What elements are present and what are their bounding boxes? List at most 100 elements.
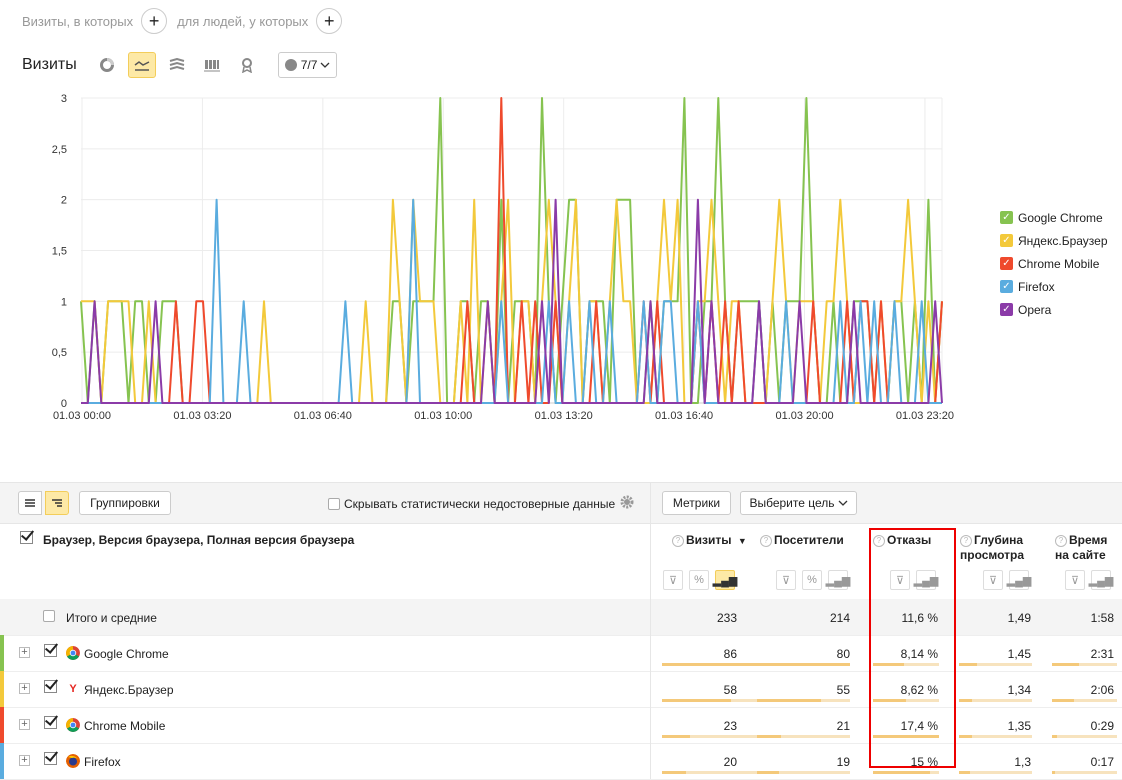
legend-label: Opera <box>1018 302 1052 317</box>
filter-icon[interactable]: ⊽ <box>983 570 1003 590</box>
depth-column-header[interactable]: ? Глубина просмотра <box>960 533 1024 563</box>
help-icon: ? <box>760 535 772 547</box>
bar-chart-icon[interactable]: ▂▄▆ <box>713 570 737 590</box>
dimensions-header: Браузер, Версия браузера, Полная версия … <box>43 533 355 547</box>
totals-checkbox[interactable] <box>43 610 55 622</box>
legend-item[interactable]: ✓ Opera <box>1000 298 1108 321</box>
row-time-bar <box>1052 699 1117 702</box>
row-name[interactable]: Яндекс.Браузер <box>84 683 174 697</box>
row-name[interactable]: Chrome Mobile <box>84 719 165 733</box>
legend-item[interactable]: ✓ Яндекс.Браузер <box>1000 229 1108 252</box>
row-depth: 1,3 <box>1014 755 1031 769</box>
bar-chart-icon[interactable]: ▂▄▆ <box>1089 570 1113 590</box>
dimensions-checkbox[interactable] <box>20 531 33 544</box>
help-icon: ? <box>960 535 972 547</box>
expand-row-button[interactable]: + <box>19 719 30 730</box>
x-tick-label: 01.03 00:00 <box>53 410 111 422</box>
row-color-marker <box>0 743 4 779</box>
tree-view-button[interactable] <box>45 491 69 515</box>
y-tick-label: 3 <box>61 93 67 105</box>
list-view-button[interactable] <box>18 491 42 515</box>
goal-dropdown[interactable]: Выберите цель <box>740 491 857 515</box>
row-checkbox[interactable] <box>44 680 57 693</box>
totals-visits: 233 <box>716 611 737 625</box>
row-visitors: 19 <box>836 755 850 769</box>
people-condition-label: для людей, у которых <box>177 13 309 29</box>
visits-column-header[interactable]: ? Визиты ▼ <box>672 533 747 549</box>
row-visitors-bar <box>757 735 850 738</box>
bar-chart-icon[interactable]: ▂▄▆ <box>1007 570 1031 590</box>
row-name[interactable]: Google Chrome <box>84 647 169 661</box>
percent-icon[interactable]: % <box>802 570 822 590</box>
row-checkbox[interactable] <box>44 716 57 729</box>
filter-icon[interactable]: ⊽ <box>663 570 683 590</box>
row-visits-bar <box>662 663 765 666</box>
column-divider <box>650 707 651 743</box>
metrics-button[interactable]: Метрики <box>662 491 731 515</box>
visits-line-chart: 3 2,5 2 1,5 1 0,5 001.03 00:00 01.03 03:20 01.03… <box>52 93 954 422</box>
hide-unreliable-option[interactable]: Скрывать статистически недостоверные дан… <box>328 497 615 511</box>
legend-checkbox[interactable]: ✓ <box>1000 211 1013 224</box>
line-chart-icon[interactable] <box>127 52 156 78</box>
gear-icon[interactable] <box>620 495 634 509</box>
row-visits-bar <box>662 735 765 738</box>
percent-icon[interactable]: % <box>689 570 709 590</box>
pie-chart-icon[interactable] <box>93 52 121 78</box>
expand-row-button[interactable]: + <box>19 683 30 694</box>
row-visitors: 21 <box>836 719 850 733</box>
sort-desc-icon[interactable]: ▼ <box>738 536 747 546</box>
hide-unreliable-label: Скрывать статистически недостоверные дан… <box>344 497 616 511</box>
x-tick-label: 01.03 23:20 <box>896 410 954 422</box>
groupings-button[interactable]: Группировки <box>79 491 171 515</box>
legend-item[interactable]: ✓ Chrome Mobile <box>1000 252 1108 275</box>
map-pin-icon[interactable] <box>233 52 261 78</box>
toolbar-divider <box>650 483 651 523</box>
row-time: 0:17 <box>1090 755 1114 769</box>
row-color-marker <box>0 671 4 707</box>
bar-chart-icon[interactable]: ▂▄▆ <box>826 570 850 590</box>
legend-item[interactable]: ✓ Firefox <box>1000 275 1108 298</box>
totals-visitors: 214 <box>829 611 850 625</box>
row-depth-bar <box>959 771 1032 774</box>
time-column-header[interactable]: ? Время на сайте <box>1055 533 1107 563</box>
legend-item[interactable]: ✓ Google Chrome <box>1000 206 1108 229</box>
bar-chart-icon[interactable] <box>198 52 226 78</box>
column-divider <box>650 523 651 599</box>
hide-unreliable-checkbox[interactable] <box>328 498 340 510</box>
row-checkbox[interactable] <box>44 644 57 657</box>
goal-dropdown-label: Выберите цель <box>749 496 835 510</box>
row-depth: 1,35 <box>1007 719 1031 733</box>
legend-checkbox[interactable]: ✓ <box>1000 303 1013 316</box>
chrome-icon <box>66 646 80 660</box>
row-visits: 23 <box>723 719 737 733</box>
bounce-column-highlight <box>869 528 956 768</box>
legend-checkbox[interactable]: ✓ <box>1000 234 1013 247</box>
row-name[interactable]: Firefox <box>84 755 121 769</box>
area-chart-icon[interactable] <box>163 52 191 78</box>
add-people-condition-button[interactable]: + <box>316 8 343 34</box>
row-visits: 58 <box>723 683 737 697</box>
visitors-column-header[interactable]: ? Посетители <box>760 533 844 548</box>
table-toolbar: Группировки Скрывать статистически недос… <box>0 482 1122 524</box>
expand-row-button[interactable]: + <box>19 755 30 766</box>
filter-icon[interactable]: ⊽ <box>776 570 796 590</box>
row-visits: 86 <box>723 647 737 661</box>
row-depth-bar <box>959 699 1032 702</box>
help-icon: ? <box>1055 535 1067 547</box>
comment-icon <box>284 59 297 71</box>
series-count-dropdown[interactable]: 7/7 <box>277 52 338 78</box>
expand-row-button[interactable]: + <box>19 647 30 658</box>
row-visits-bar <box>662 771 765 774</box>
row-color-marker <box>0 635 4 671</box>
column-divider <box>650 599 651 635</box>
row-time-bar <box>1052 663 1117 666</box>
add-visits-condition-button[interactable]: + <box>141 8 168 34</box>
legend-checkbox[interactable]: ✓ <box>1000 257 1013 270</box>
filter-icon[interactable]: ⊽ <box>1065 570 1085 590</box>
row-visitors-bar <box>757 663 850 666</box>
x-tick-label: 01.03 13:20 <box>535 410 593 422</box>
row-checkbox[interactable] <box>44 752 57 765</box>
row-depth-bar <box>959 735 1032 738</box>
column-divider <box>650 743 651 779</box>
legend-checkbox[interactable]: ✓ <box>1000 280 1013 293</box>
